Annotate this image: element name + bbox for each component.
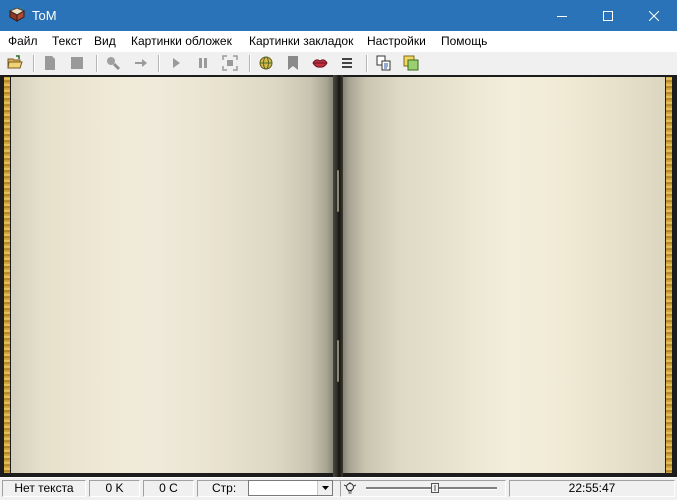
sticky-note-icon — [403, 55, 419, 71]
open-button[interactable] — [7, 55, 23, 71]
lines-icon — [342, 58, 352, 68]
stop-square-icon — [71, 57, 83, 69]
title-bar: ToM — [0, 0, 677, 31]
copy-icon — [376, 55, 391, 71]
maximize-button[interactable] — [585, 0, 631, 31]
menu-text[interactable]: Текст — [52, 34, 82, 48]
text-state-panel: Нет текста — [2, 480, 86, 497]
left-page[interactable] — [11, 77, 333, 473]
page-number-dropdown[interactable] — [248, 480, 333, 496]
book-spine — [333, 75, 343, 477]
left-page-edge — [4, 77, 10, 473]
bookmark-icon — [288, 56, 298, 70]
menu-settings[interactable]: Настройки — [367, 34, 426, 48]
toolbar-separator — [158, 55, 160, 72]
fit-screen-button[interactable] — [222, 55, 238, 71]
lips-icon — [312, 59, 328, 68]
book-app-icon — [8, 7, 26, 23]
window-title: ToM — [32, 8, 57, 23]
go-to-button[interactable] — [133, 55, 149, 71]
search-icon — [107, 57, 121, 71]
toolbar — [0, 52, 677, 76]
menu-file[interactable]: Файл — [8, 34, 38, 48]
close-button[interactable] — [631, 0, 677, 31]
page-icon — [45, 56, 55, 70]
chevron-down-icon — [321, 486, 329, 490]
minimize-icon — [557, 15, 567, 17]
globe-button[interactable] — [258, 55, 274, 71]
play-icon — [173, 58, 180, 68]
clock-panel: 22:55:47 — [509, 480, 675, 497]
menu-view[interactable]: Вид — [94, 34, 116, 48]
menu-bookmark-images[interactable]: Картинки закладок — [249, 34, 353, 48]
stop-button[interactable] — [69, 55, 85, 71]
search-button[interactable] — [105, 55, 121, 71]
toolbar-separator — [249, 55, 251, 72]
play-button[interactable] — [168, 55, 184, 71]
page-button[interactable] — [42, 55, 58, 71]
page-label: Стр: — [212, 481, 237, 495]
close-icon — [649, 10, 659, 21]
toolbar-separator — [366, 55, 368, 72]
pause-button[interactable] — [195, 55, 211, 71]
spine-binding-mark — [337, 340, 339, 382]
slider-thumb-icon — [431, 483, 439, 493]
toolbar-separator — [96, 55, 98, 72]
bookmark-button[interactable] — [285, 55, 301, 71]
size-panel: 0 K — [89, 480, 140, 497]
toolbar-separator — [33, 55, 35, 72]
spine-binding-mark — [337, 170, 339, 212]
menu-help[interactable]: Помощь — [441, 34, 487, 48]
right-page[interactable] — [343, 77, 665, 473]
pause-icon — [199, 58, 207, 68]
menu-cover-images[interactable]: Картинки обложек — [131, 34, 232, 48]
dropdown-button[interactable] — [317, 481, 332, 495]
speed-slider-thumb[interactable] — [431, 482, 439, 493]
right-page-edge — [666, 77, 672, 473]
copy-button[interactable] — [376, 55, 392, 71]
book-view[interactable] — [0, 75, 677, 477]
fit-screen-icon — [222, 55, 238, 71]
open-folder-icon — [7, 55, 23, 69]
globe-icon — [259, 56, 273, 70]
menu-bar: Файл Текст Вид Картинки обложек Картинки… — [0, 31, 677, 53]
minimize-button[interactable] — [539, 0, 585, 31]
arrow-right-icon — [135, 59, 147, 67]
count-panel: 0 C — [143, 480, 194, 497]
speech-button[interactable] — [312, 55, 328, 71]
lines-button[interactable] — [339, 55, 355, 71]
notes-button[interactable] — [403, 55, 419, 71]
maximize-icon — [603, 10, 613, 21]
status-bar: Нет текста 0 K 0 C Стр: 22:55:47 — [0, 477, 677, 500]
lightbulb-icon — [344, 482, 356, 494]
